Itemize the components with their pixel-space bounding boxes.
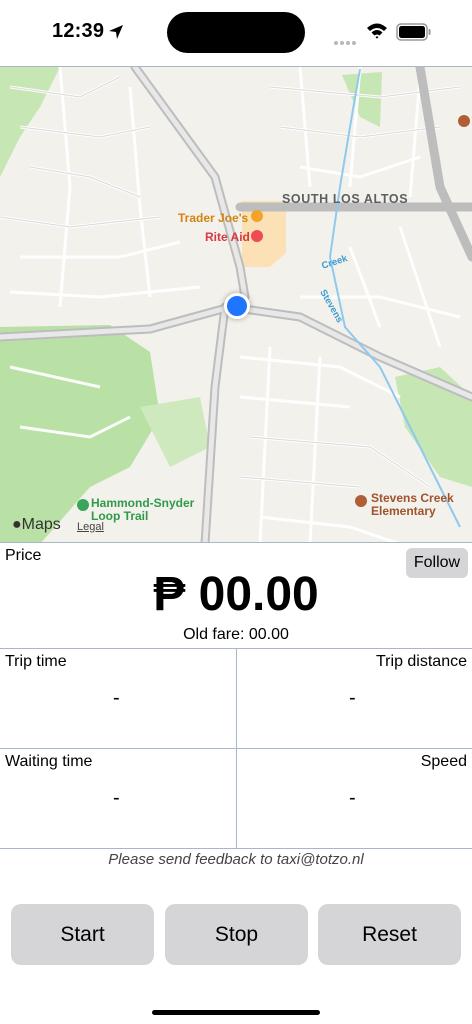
feedback-text: Please send feedback to taxi@totzo.nl [108, 851, 364, 868]
location-arrow-icon [109, 25, 123, 39]
speed-label: Speed [420, 753, 467, 770]
map-area-label: SOUTH LOS ALTOS [282, 192, 409, 206]
speed-value: - [349, 787, 356, 809]
apple-maps-logo: ●Maps [12, 516, 61, 534]
old-fare: Old fare: 00.00 [183, 626, 289, 643]
stop-button[interactable]: Stop [165, 904, 308, 965]
trip-time-value: - [113, 687, 120, 709]
poi-rite-aid[interactable]: Rite Aid [205, 230, 250, 244]
reset-button[interactable]: Reset [318, 904, 461, 965]
cellular-signal-icon [334, 32, 358, 50]
dynamic-island [167, 12, 305, 53]
poi-trader-joes[interactable]: Trader Joe's [178, 211, 248, 225]
wifi-icon [367, 23, 387, 39]
waiting-time-label: Waiting time [5, 753, 93, 770]
trip-distance-value: - [349, 687, 356, 709]
grid-divider-horizontal [0, 748, 472, 749]
battery-icon [396, 23, 431, 41]
user-location-dot [224, 293, 250, 319]
price-value: ₱ 00.00 [153, 568, 319, 621]
maps-legal-link[interactable]: Legal [77, 521, 104, 533]
poi-hammond-snyder-trail[interactable]: Hammond-Snyder Loop Trail [91, 497, 201, 523]
poi-stevens-creek-elementary[interactable]: Stevens Creek Elementary [371, 492, 471, 518]
apple-logo-icon: ● [12, 516, 22, 533]
map-view[interactable]: SOUTH LOS ALTOS Trader Joe's Rite Aid Cr… [0, 66, 472, 543]
status-bar: 12:39 [0, 0, 472, 66]
trip-distance-label: Trip distance [376, 653, 467, 670]
waiting-time-value: - [113, 787, 120, 809]
stats-grid: Trip time - Trip distance - Waiting time… [0, 648, 472, 849]
price-label: Price [5, 547, 42, 564]
start-button[interactable]: Start [11, 904, 154, 965]
home-indicator[interactable] [152, 1010, 320, 1015]
trip-time-label: Trip time [5, 653, 67, 670]
maps-brand-text: Maps [21, 516, 61, 533]
status-time: 12:39 [52, 20, 105, 42]
